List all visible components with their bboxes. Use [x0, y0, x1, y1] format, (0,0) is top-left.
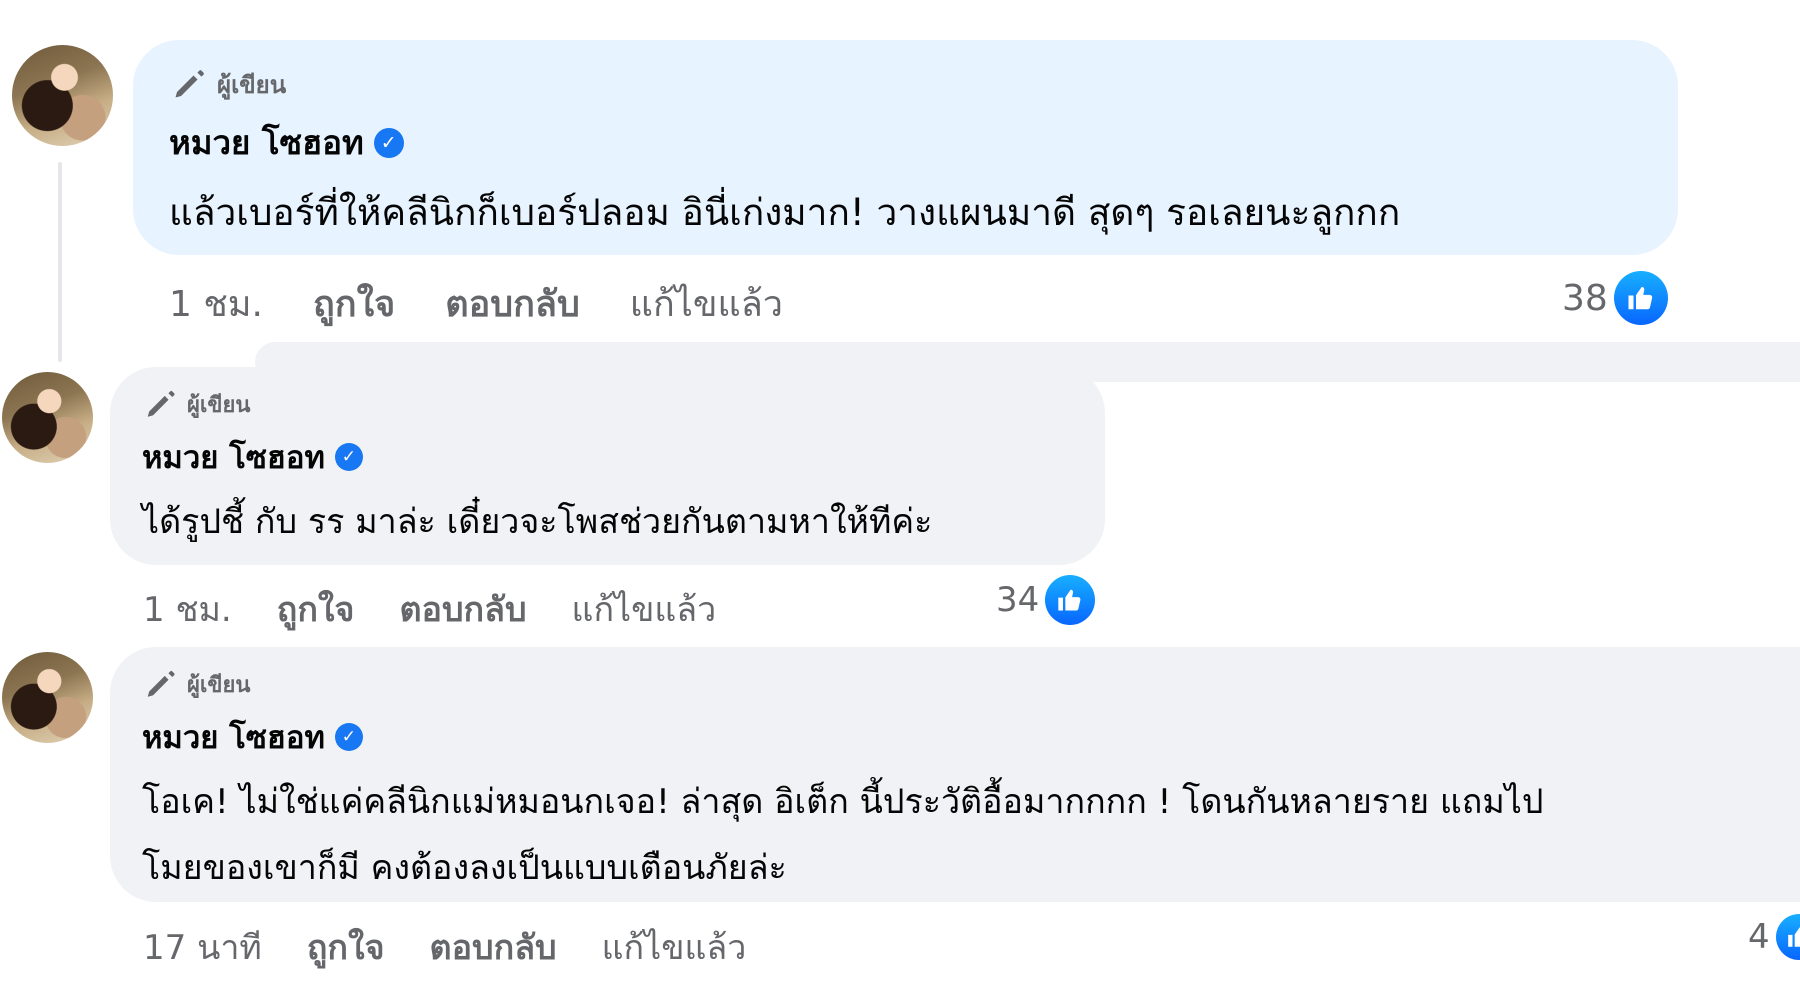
edited-label[interactable]: แก้ไขแล้ว — [572, 582, 717, 636]
reaction-count: 4 — [1748, 917, 1770, 957]
author-badge: ผู้เขียน — [142, 384, 1105, 424]
author-label: ผู้เขียน — [187, 672, 251, 698]
edited-label[interactable]: แก้ไขแล้ว — [630, 275, 783, 332]
reaction-summary[interactable]: 34 — [996, 575, 1096, 625]
verified-badge-icon: ✓ — [334, 723, 363, 751]
commenter-name[interactable]: หมวย โซฮอท — [142, 432, 325, 482]
author-badge: ผู้เขียน — [142, 664, 1800, 704]
avatar[interactable] — [12, 45, 113, 146]
like-thumb-icon — [1775, 914, 1800, 960]
edited-label[interactable]: แก้ไขแล้ว — [602, 920, 747, 974]
author-label: ผู้เขียน — [187, 392, 251, 418]
reaction-count: 34 — [996, 580, 1040, 620]
comment-text-line-1: โอเค! ไม่ใช่แค่คลีนิกแม่หมอนกเจอ! ล่าสุด… — [142, 782, 1544, 822]
author-badge: ผู้เขียน — [169, 62, 1678, 106]
reaction-summary[interactable]: 38 — [1562, 271, 1668, 325]
comment-actions: 1 ชม. ถูกใจ ตอบกลับ แก้ไขแล้ว — [169, 275, 783, 332]
comment-text-line-2: โมยของเขาก็มี คงต้องลงเป็นแบบเตือนภัยล่ะ — [142, 848, 787, 888]
commenter-name[interactable]: หมวย โซฮอท — [142, 712, 325, 762]
reply-button[interactable]: ตอบกลับ — [430, 920, 557, 974]
comment-bubble: ผู้เขียน หมวย โซฮอท ✓ ได้รูปชี้ กับ รร ม… — [110, 367, 1105, 565]
avatar[interactable] — [2, 652, 93, 743]
timestamp-link[interactable]: 1 ชม. — [143, 582, 232, 636]
reply-button[interactable]: ตอบกลับ — [445, 275, 580, 332]
comment-bubble: ผู้เขียน หมวย โซฮอท ✓ โอเค! ไม่ใช่แค่คลี… — [110, 647, 1800, 902]
reaction-summary[interactable]: 4 — [1748, 914, 1800, 960]
like-button[interactable]: ถูกใจ — [307, 920, 385, 974]
like-thumb-icon — [1045, 575, 1096, 625]
comment-text: ได้รูปชี้ กับ รร มาล่ะ เดี๋ยวจะโพสช่วยกั… — [142, 502, 933, 542]
comment-text: แล้วเบอร์ที่ให้คลีนิกก็เบอร์ปลอม อินี่เก… — [169, 191, 1401, 234]
verified-badge-icon: ✓ — [373, 127, 404, 158]
author-label: ผู้เขียน — [217, 70, 287, 99]
pencil-icon — [147, 390, 175, 417]
pencil-icon — [147, 670, 175, 697]
like-button[interactable]: ถูกใจ — [313, 275, 395, 332]
reaction-count: 38 — [1562, 277, 1608, 319]
thread-connector-line — [58, 162, 62, 362]
timestamp-link[interactable]: 17 นาที — [143, 920, 262, 974]
timestamp-link[interactable]: 1 ชม. — [169, 275, 263, 332]
comment-actions: 1 ชม. ถูกใจ ตอบกลับ แก้ไขแล้ว — [143, 582, 716, 636]
comment-actions: 17 นาที ถูกใจ ตอบกลับ แก้ไขแล้ว — [143, 920, 746, 974]
like-button[interactable]: ถูกใจ — [277, 582, 355, 636]
pencil-icon — [175, 70, 204, 98]
avatar[interactable] — [2, 372, 93, 463]
reply-button[interactable]: ตอบกลับ — [399, 582, 526, 636]
verified-badge-icon: ✓ — [334, 443, 363, 471]
commenter-name[interactable]: หมวย โซฮอท — [169, 116, 364, 169]
comment-bubble: ผู้เขียน หมวย โซฮอท ✓ แล้วเบอร์ที่ให้คลี… — [133, 40, 1678, 255]
like-thumb-icon — [1613, 271, 1668, 325]
